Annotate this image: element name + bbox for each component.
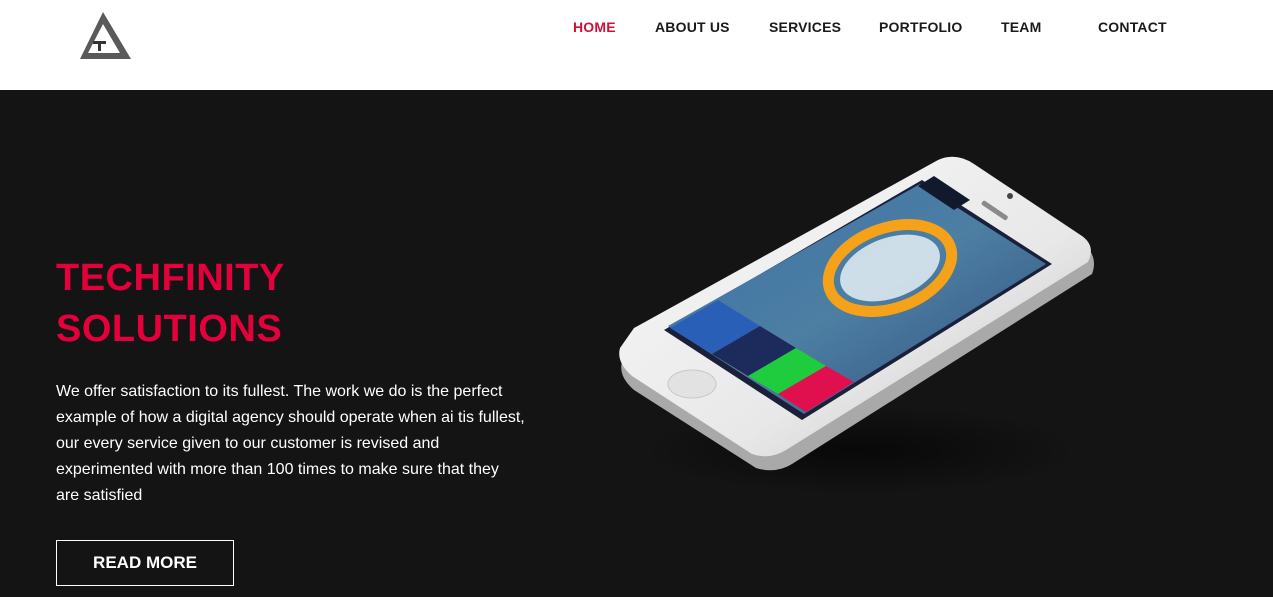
nav-about-us[interactable]: ABOUT US [655, 19, 730, 35]
nav-home[interactable]: HOME [573, 19, 616, 35]
read-more-button[interactable]: READ MORE [56, 540, 234, 586]
hero-section: TECHFINITY SOLUTIONS We offer satisfacti… [0, 90, 1273, 597]
hero-title: TECHFINITY SOLUTIONS [56, 253, 285, 355]
nav-portfolio[interactable]: PORTFOLIO [879, 19, 962, 35]
phone-mockup-image [600, 150, 1120, 510]
nav-team[interactable]: TEAM [1001, 19, 1041, 35]
nav-services[interactable]: SERVICES [769, 19, 841, 35]
hero-title-line2: SOLUTIONS [56, 308, 283, 350]
nav-contact[interactable]: CONTACT [1098, 19, 1167, 35]
phone-illustration [619, 156, 1094, 495]
main-nav: HOME ABOUT US SERVICES PORTFOLIO TEAM CO… [0, 19, 1273, 39]
site-header: HOME ABOUT US SERVICES PORTFOLIO TEAM CO… [0, 0, 1273, 90]
hero-description: We offer satisfaction to its fullest. Th… [56, 383, 525, 504]
hero-title-line1: TECHFINITY [56, 257, 285, 299]
